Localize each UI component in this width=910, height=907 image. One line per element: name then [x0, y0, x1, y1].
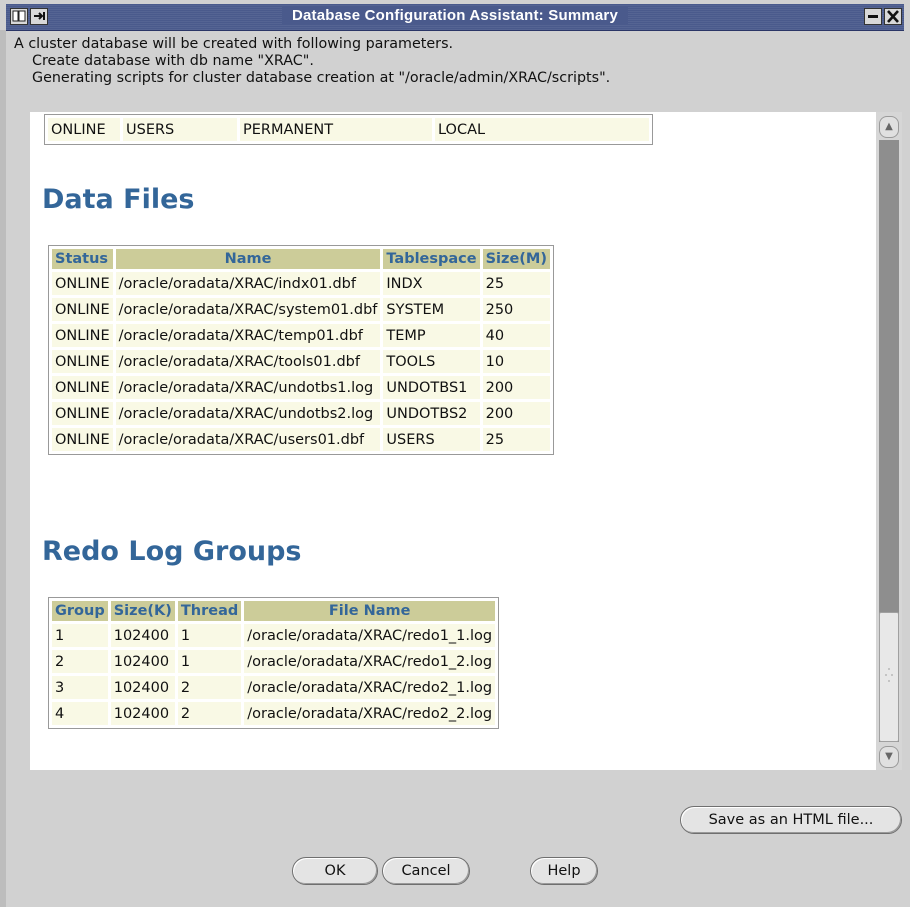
table-cell: ONLINE: [52, 402, 113, 425]
table-row: 4 102400 2/oracle/oradata/XRAC/redo2_2.log: [52, 702, 496, 725]
title-bar[interactable]: Database Configuration Assistant: Summar…: [6, 4, 904, 31]
table-cell: /oracle/oradata/XRAC/redo2_1.log: [244, 676, 496, 699]
column-header: Tablespace: [383, 249, 480, 269]
dialog-window: Database Configuration Assistant: Summar…: [0, 0, 910, 907]
table-cell: 25: [482, 428, 550, 451]
column-header: Size(M): [482, 249, 550, 269]
table-cell: 1: [177, 650, 242, 673]
table-cell: /oracle/oradata/XRAC/undotbs1.log: [115, 376, 381, 399]
table-row: ONLINE/oracle/oradata/XRAC/users01.dbf US…: [52, 428, 550, 451]
scroll-down-icon[interactable]: ▼: [879, 746, 899, 768]
table-cell: 40: [482, 324, 550, 347]
table-cell: 1: [177, 624, 242, 647]
table-cell: /oracle/oradata/XRAC/undotbs2.log: [115, 402, 381, 425]
cancel-button[interactable]: Cancel: [382, 857, 470, 885]
table-cell: ONLINE: [52, 376, 113, 399]
table-cell: 102400: [110, 650, 175, 673]
help-button[interactable]: Help: [530, 857, 598, 885]
table-cell: 102400: [110, 624, 175, 647]
data-files-heading: Data Files: [42, 184, 195, 215]
table-row: ONLINE/oracle/oradata/XRAC/temp01.dbf TEM…: [52, 324, 550, 347]
column-header: Status: [52, 249, 113, 269]
table-cell: /oracle/oradata/XRAC/redo1_2.log: [244, 650, 496, 673]
table-cell: TEMP: [383, 324, 480, 347]
table-cell: 2: [177, 676, 242, 699]
table-cell: 1: [52, 624, 108, 647]
table-cell: PERMANENT: [240, 118, 432, 141]
minimize-icon[interactable]: [864, 8, 882, 25]
column-header: File Name: [244, 601, 496, 621]
table-cell: 25: [482, 272, 550, 295]
table-row: ONLINE/oracle/oradata/XRAC/indx01.dbf IND…: [52, 272, 550, 295]
table-cell: /oracle/oradata/XRAC/users01.dbf: [115, 428, 381, 451]
table-cell: ONLINE: [52, 428, 113, 451]
redo-log-groups-heading: Redo Log Groups: [42, 536, 302, 567]
table-row: 1 102400 1/oracle/oradata/XRAC/redo1_1.log: [52, 624, 496, 647]
table-cell: 2: [52, 650, 108, 673]
column-header: Thread: [177, 601, 242, 621]
table-cell: 200: [482, 376, 550, 399]
table-cell: /oracle/oradata/XRAC/redo2_2.log: [244, 702, 496, 725]
table-cell: /oracle/oradata/XRAC/temp01.dbf: [115, 324, 381, 347]
table-row: ONLINE/oracle/oradata/XRAC/undotbs2.log U…: [52, 402, 550, 425]
table-cell: 200: [482, 402, 550, 425]
table-cell: SYSTEM: [383, 298, 480, 321]
scroll-up-icon[interactable]: ▲: [879, 116, 899, 138]
table-header-row: Status Name Tablespace Size(M): [52, 249, 550, 269]
table-cell: LOCAL: [435, 118, 649, 141]
summary-intro: A cluster database will be created with …: [14, 36, 610, 87]
column-header: Group: [52, 601, 108, 621]
table-cell: 2: [177, 702, 242, 725]
table-cell: /oracle/oradata/XRAC/tools01.dbf: [115, 350, 381, 373]
table-cell: 102400: [110, 702, 175, 725]
table-cell: ONLINE: [48, 118, 120, 141]
table-header-row: Group Size(K) Thread File Name: [52, 601, 496, 621]
scrollbar-thumb[interactable]: [879, 612, 899, 742]
table-cell: /oracle/oradata/XRAC/system01.dbf: [115, 298, 381, 321]
column-header: Name: [115, 249, 381, 269]
table-row: 3 102400 2/oracle/oradata/XRAC/redo2_1.log: [52, 676, 496, 699]
window-border: [0, 30, 6, 907]
table-cell: TOOLS: [383, 350, 480, 373]
table-row: ONLINE/oracle/oradata/XRAC/system01.dbf S…: [52, 298, 550, 321]
table-cell: /oracle/oradata/XRAC/indx01.dbf: [115, 272, 381, 295]
table-row: ONLINE/oracle/oradata/XRAC/tools01.dbf TO…: [52, 350, 550, 373]
table-cell: USERS: [123, 118, 237, 141]
table-cell: ONLINE: [52, 350, 113, 373]
intro-line: Generating scripts for cluster database …: [32, 70, 611, 86]
redo-log-groups-table: Group Size(K) Thread File Name 1 102400 1/…: [48, 597, 500, 729]
tablespace-table: ONLINE USERS PERMANENT LOCAL: [44, 114, 653, 145]
window-title: Database Configuration Assistant: Summar…: [6, 7, 904, 24]
table-cell: 4: [52, 702, 108, 725]
table-cell: UNDOTBS2: [383, 402, 480, 425]
table-cell: UNDOTBS1: [383, 376, 480, 399]
ok-button[interactable]: OK: [292, 857, 378, 885]
table-cell: /oracle/oradata/XRAC/redo1_1.log: [244, 624, 496, 647]
summary-content-pane[interactable]: ONLINE USERS PERMANENT LOCAL Data Files …: [30, 112, 876, 770]
save-as-html-button[interactable]: Save as an HTML file...: [680, 806, 902, 834]
table-cell: 102400: [110, 676, 175, 699]
table-cell: ONLINE: [52, 272, 113, 295]
table-cell: 10: [482, 350, 550, 373]
table-cell: ONLINE: [52, 324, 113, 347]
data-files-table: Status Name Tablespace Size(M) ONLINE/or…: [48, 245, 554, 455]
table-cell: 250: [482, 298, 550, 321]
table-row: 2 102400 1/oracle/oradata/XRAC/redo1_2.log: [52, 650, 496, 673]
table-cell: USERS: [383, 428, 480, 451]
vertical-scrollbar[interactable]: ▲ ▼: [876, 112, 902, 770]
intro-line: A cluster database will be created with …: [14, 36, 454, 52]
close-icon[interactable]: [884, 8, 902, 25]
column-header: Size(K): [110, 601, 175, 621]
table-cell: 3: [52, 676, 108, 699]
intro-line: Create database with db name "XRAC".: [32, 53, 314, 69]
table-cell: INDX: [383, 272, 480, 295]
table-row: ONLINE/oracle/oradata/XRAC/undotbs1.log U…: [52, 376, 550, 399]
table-cell: ONLINE: [52, 298, 113, 321]
table-row: ONLINE USERS PERMANENT LOCAL: [48, 118, 649, 141]
